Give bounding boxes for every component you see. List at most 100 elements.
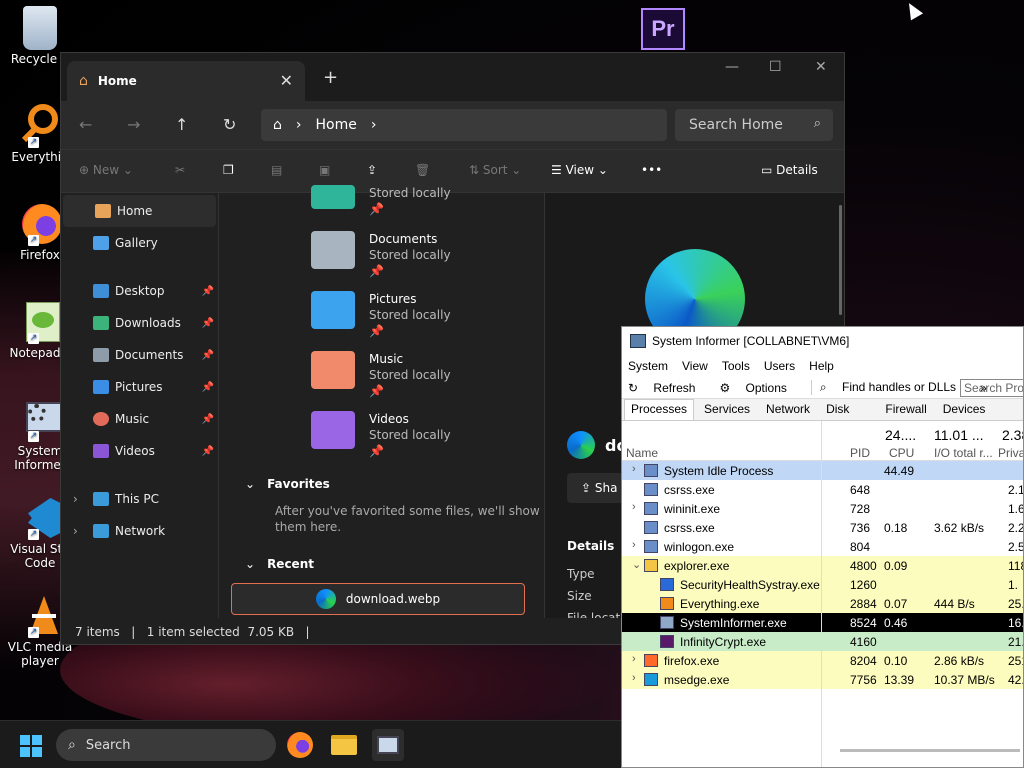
pictures-folder-icon [93, 380, 109, 394]
taskbar-system-informer[interactable] [372, 729, 404, 761]
minimize-button[interactable]: — [725, 59, 739, 75]
column-pid[interactable]: PID [850, 446, 870, 460]
folder-item-videos[interactable]: Videos Stored locally 📌 [311, 411, 451, 469]
io-total: 11.01 ... [934, 427, 984, 443]
sidebar-item-desktop[interactable]: Desktop 📌 [61, 275, 218, 307]
process-row[interactable]: csrss.exe 736 0.18 3.62 kB/s 2.2 [622, 518, 1023, 537]
new-button[interactable]: ⊕ New ⌄ [79, 163, 133, 177]
sidebar-item-downloads[interactable]: Downloads 📌 [61, 307, 218, 339]
share-icon[interactable]: ⇪ [367, 163, 377, 177]
taskbar-firefox[interactable] [284, 729, 316, 761]
column-cpu[interactable]: CPU [889, 446, 914, 460]
more-options-button[interactable]: ••• [641, 163, 662, 177]
process-row[interactable]: Everything.exe 2884 0.07 444 B/s 25.5 [622, 594, 1023, 613]
tab-home[interactable]: ⌂ Home ✕ [67, 61, 305, 101]
new-tab-button[interactable]: + [323, 67, 338, 88]
system-informer-icon [630, 334, 646, 348]
maximize-button[interactable]: ☐ [769, 59, 782, 75]
process-name: SystemInformer.exe [680, 616, 787, 630]
address-bar[interactable]: ⌂ › Home › [261, 109, 667, 141]
breadcrumb-home[interactable]: Home [316, 117, 357, 133]
column-io[interactable]: I/O total r... [934, 446, 993, 460]
process-row[interactable]: InfinityCrypt.exe 4160 21.1 [622, 632, 1023, 651]
tab-network[interactable]: Network [760, 400, 816, 420]
chevron-right-icon[interactable]: › [73, 524, 78, 538]
recent-header[interactable]: ⌄ Recent [245, 557, 314, 571]
folder-item-music[interactable]: Music Stored locally 📌 [311, 351, 451, 409]
chevron-right-icon[interactable]: › [632, 539, 636, 551]
menu-view[interactable]: View [682, 359, 708, 373]
find-handles-button[interactable]: ⌕ Find handles or DLLs [810, 380, 968, 395]
column-name[interactable]: Name [626, 446, 658, 460]
up-button[interactable]: ↑ [175, 115, 188, 134]
delete-icon[interactable]: 🗑 [415, 163, 430, 177]
process-row[interactable]: csrss.exe 648 2.1 [622, 480, 1023, 499]
tab-services[interactable]: Services [698, 400, 756, 420]
menu-tools[interactable]: Tools [722, 359, 750, 373]
sidebar-item-videos[interactable]: Videos 📌 [61, 435, 218, 467]
menu-system[interactable]: System [628, 359, 668, 373]
chevron-right-icon[interactable]: › [632, 463, 636, 475]
forward-button[interactable]: → [127, 115, 140, 134]
menu-help[interactable]: Help [809, 359, 834, 373]
column-private[interactable]: Privat [998, 446, 1023, 460]
taskbar-file-explorer[interactable] [328, 729, 360, 761]
process-row[interactable]: › winlogon.exe 804 2.5 [622, 537, 1023, 556]
cpu-total: 24.... [885, 427, 917, 443]
process-row[interactable]: SecurityHealthSystray.exe 1260 1. [622, 575, 1023, 594]
pin-icon: 📌 [201, 445, 214, 457]
start-button[interactable] [20, 735, 42, 757]
rename-icon[interactable]: ▣ [319, 163, 330, 177]
process-row[interactable]: › System Idle Process 44.49 [622, 461, 1023, 480]
chevron-right-icon[interactable]: › [632, 653, 636, 665]
process-cpu: 0.10 [884, 654, 908, 668]
recent-file-item[interactable]: download.webp [231, 583, 525, 615]
preview-scrollbar[interactable] [839, 205, 842, 315]
sidebar-item-home[interactable]: Home [63, 195, 216, 227]
cut-icon[interactable]: ✂ [175, 163, 185, 177]
premiere-pro-icon[interactable]: Pr [641, 8, 685, 50]
paste-icon[interactable]: ▤ [271, 163, 282, 177]
process-io: 2.86 kB/s [934, 654, 985, 668]
process-row[interactable]: › wininit.exe 728 1.6 [622, 499, 1023, 518]
tab-devices[interactable]: Devices [937, 400, 992, 420]
process-cpu: 0.07 [884, 597, 908, 611]
tab-firewall[interactable]: Firewall [879, 400, 932, 420]
content-pane: Stored locally 📌 Documents Stored locally 📌… [219, 185, 544, 618]
close-tab-icon[interactable]: ✕ [280, 71, 293, 90]
sidebar-item-this-pc[interactable]: › This PC [61, 483, 218, 515]
process-row[interactable]: › firefox.exe 8204 0.10 2.86 kB/s 251.7 [622, 651, 1023, 670]
chevron-right-icon[interactable]: › [73, 492, 78, 506]
details-pane-button[interactable]: ▭ Details [761, 163, 818, 177]
refresh-button[interactable]: ↻ Refresh [628, 381, 707, 395]
view-button[interactable]: ☰ View ⌄ [551, 163, 608, 177]
chevron-right-icon[interactable]: › [632, 672, 636, 684]
process-row[interactable]: ⌄ explorer.exe 4800 0.09 118. [622, 556, 1023, 575]
favorites-header[interactable]: ⌄ Favorites [245, 477, 330, 491]
sidebar-item-network[interactable]: › Network [61, 515, 218, 547]
refresh-button[interactable]: ↻ [223, 115, 236, 134]
sidebar-item-music[interactable]: Music 📌 [61, 403, 218, 435]
horizontal-scrollbar[interactable] [840, 749, 1020, 752]
search-input[interactable]: Search Home ⌕ [675, 109, 833, 141]
process-row[interactable]: SystemInformer.exe 8524 0.46 16.6 [622, 613, 1023, 632]
chevron-right-icon[interactable]: › [632, 501, 636, 513]
sort-button[interactable]: ⇅ Sort ⌄ [469, 163, 521, 177]
copy-icon[interactable]: ❐ [223, 163, 234, 177]
back-button[interactable]: ← [79, 115, 92, 134]
tab-processes[interactable]: Processes [624, 399, 695, 420]
chevron-down-icon[interactable]: ⌄ [632, 558, 641, 571]
sidebar-item-documents[interactable]: Documents 📌 [61, 339, 218, 371]
folder-item-documents[interactable]: Documents Stored locally 📌 [311, 231, 451, 289]
folder-item-pictures[interactable]: Pictures Stored locally 📌 [311, 291, 451, 349]
taskbar-search[interactable]: ⌕ Search [56, 729, 276, 761]
close-window-button[interactable]: ✕ [815, 59, 827, 75]
share-button[interactable]: ⇪ Sha [567, 473, 627, 503]
tab-disk[interactable]: Disk [820, 400, 855, 420]
process-row[interactable]: › msedge.exe 7756 13.39 10.37 MB/s 42. [622, 670, 1023, 689]
sidebar-item-gallery[interactable]: Gallery [61, 227, 218, 259]
options-button[interactable]: ⚙ Options [719, 381, 798, 395]
process-search-input[interactable]: Search Pro [960, 379, 1023, 397]
sidebar-item-pictures[interactable]: Pictures 📌 [61, 371, 218, 403]
menu-users[interactable]: Users [764, 359, 795, 373]
